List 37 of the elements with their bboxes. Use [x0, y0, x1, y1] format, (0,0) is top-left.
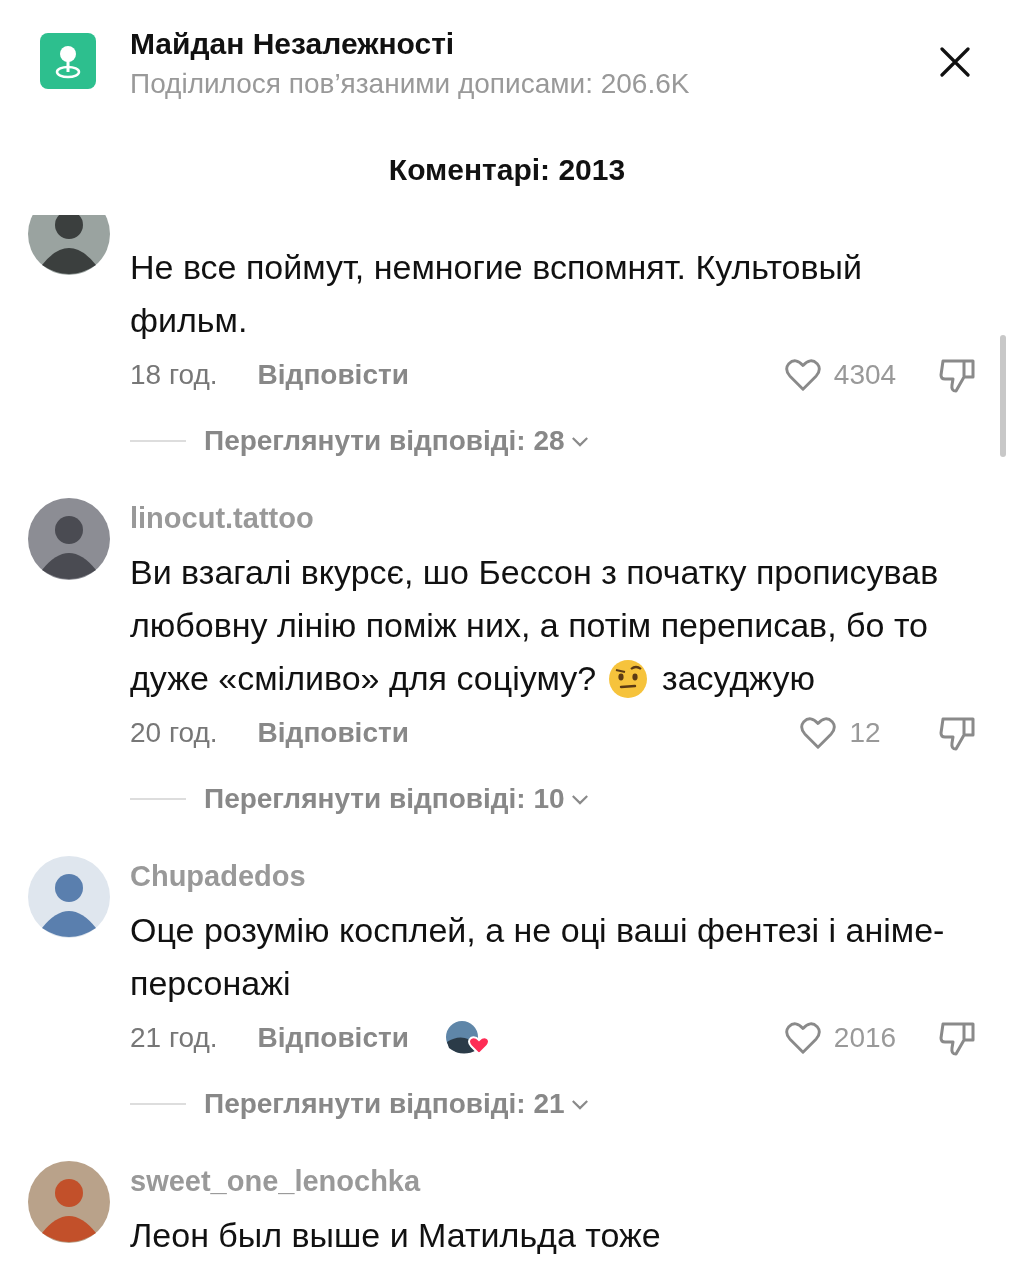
comment-text: Леон был выше и Матильда тоже — [130, 1215, 661, 1256]
comment-text: дуже «сміливо» для соціуму? — [130, 658, 597, 699]
like-button[interactable]: 4304 — [783, 358, 897, 392]
chevron-down-icon[interactable] — [570, 435, 589, 447]
comment-time: 21 год. — [130, 1022, 218, 1054]
view-replies-button[interactable]: Переглянути відповіді: 28 — [204, 425, 589, 457]
username[interactable]: linocut.tattoo — [130, 490, 986, 546]
raised-eyebrow-emoji-icon — [608, 658, 649, 699]
like-button[interactable]: 12 — [799, 716, 881, 750]
chevron-down-icon[interactable] — [570, 793, 589, 805]
related-posts-count: Поділилося пов’язаними дописами: 206.6K — [130, 67, 691, 101]
reply-button[interactable]: Відповісти — [257, 717, 409, 749]
view-replies-button[interactable]: Переглянути відповіді: 10 — [204, 783, 589, 815]
view-replies-button[interactable]: Переглянути відповіді: 21 — [204, 1088, 589, 1120]
location-pin-icon — [40, 33, 96, 89]
username[interactable]: sweet_one_lenochka — [130, 1153, 986, 1209]
heart-icon[interactable] — [799, 716, 838, 750]
place-title: Майдан Незалежності — [130, 26, 456, 62]
avatar[interactable] — [28, 1161, 110, 1243]
avatar[interactable] — [28, 215, 110, 275]
scrollbar[interactable] — [1000, 335, 1006, 457]
heart-icon[interactable] — [783, 358, 822, 392]
heart-icon[interactable] — [783, 1021, 822, 1055]
comment-text: Оце розумію косплей, а не оці ваші фентезі і аніме-персонажі — [130, 910, 946, 1004]
comment-time: 20 год. — [130, 717, 218, 749]
avatar[interactable] — [28, 498, 110, 580]
username[interactable]: Chupadedos — [130, 848, 986, 904]
comment-text: Не все поймут, немногие вспомнят. Культовый фильм. — [130, 247, 863, 341]
reply-button[interactable]: Відповісти — [257, 1022, 409, 1054]
close-icon[interactable] — [940, 47, 970, 77]
comment-text: засуджую — [662, 658, 815, 699]
chevron-down-icon[interactable] — [570, 1098, 589, 1110]
reply-button[interactable]: Відповісти — [257, 359, 409, 391]
comment-time: 18 год. — [130, 359, 218, 391]
like-button[interactable]: 2016 — [783, 1021, 897, 1055]
creator-liked-icon — [444, 1020, 491, 1056]
comments-count-title: Коментарі: 2013 — [387, 152, 627, 188]
